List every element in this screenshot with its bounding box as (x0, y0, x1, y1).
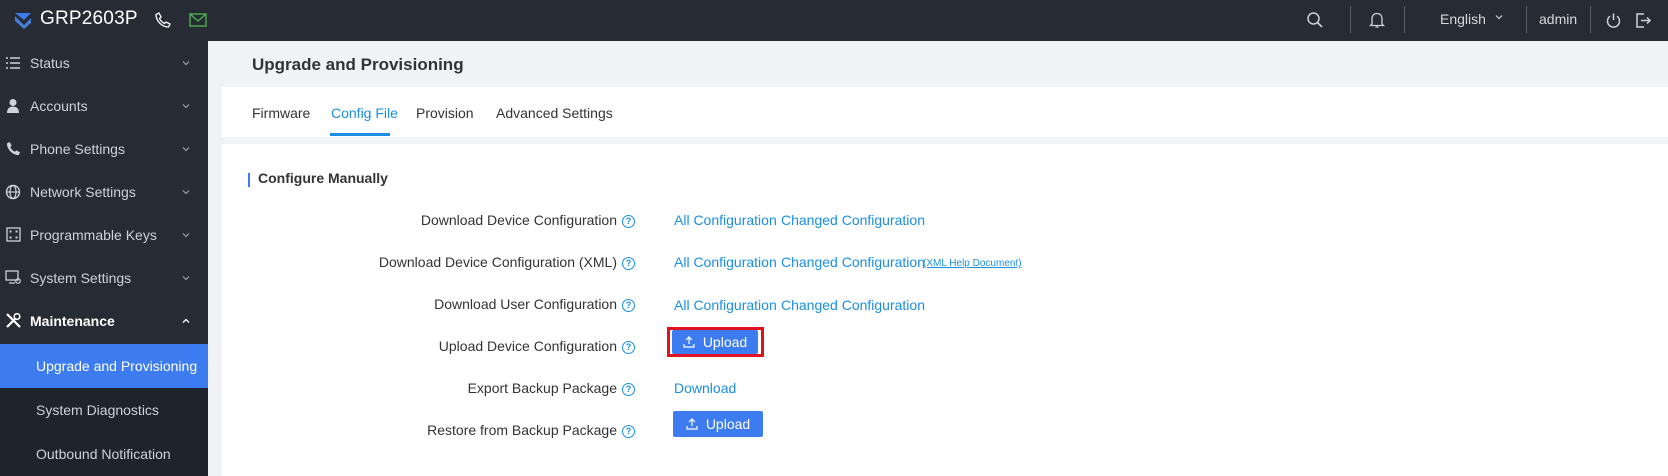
sidebar-subitem-label: Outbound Notification (36, 446, 171, 462)
chevron-down-icon (182, 189, 190, 194)
tools-icon (4, 312, 22, 330)
sidebar-item-status[interactable]: Status (0, 41, 208, 84)
page-title: Upgrade and Provisioning (252, 55, 464, 74)
language-selector[interactable]: English (1440, 11, 1486, 27)
sidebar-subitem-outbound-notification[interactable]: Outbound Notification (0, 432, 208, 476)
row-restore-backup: Restore from Backup Package (222, 422, 617, 442)
bell-icon[interactable] (1366, 9, 1388, 31)
sidebar-item-accounts[interactable]: Accounts (0, 84, 208, 127)
search-icon[interactable] (1304, 9, 1326, 31)
help-icon[interactable]: ? (622, 299, 635, 312)
sidebar-item-network-settings[interactable]: Network Settings (0, 170, 208, 213)
sidebar-subitem-system-diagnostics[interactable]: System Diagnostics (0, 388, 208, 432)
upload-device-config-button[interactable]: Upload (672, 330, 758, 354)
all-configuration-link[interactable]: All Configuration (674, 254, 777, 270)
help-icon[interactable]: ? (622, 425, 635, 438)
tab-provision[interactable]: Provision (416, 105, 474, 121)
chevron-down-icon (182, 60, 190, 65)
sidebar-item-label: Accounts (30, 97, 88, 114)
all-configuration-link[interactable]: All Configuration (674, 297, 777, 313)
sidebar-subitem-label: System Diagnostics (36, 402, 159, 418)
tab-advanced-settings[interactable]: Advanced Settings (496, 105, 613, 121)
title-bar: Upgrade and Provisioning (222, 41, 1668, 87)
sidebar-subitem-label: Upgrade and Provisioning (36, 358, 198, 374)
sidebar-item-label: Programmable Keys (30, 226, 157, 243)
power-icon[interactable] (1602, 9, 1624, 31)
keypad-icon (4, 226, 22, 244)
upload-icon (683, 336, 695, 348)
row-label: Restore from Backup Package (427, 422, 617, 438)
globe-icon (4, 183, 22, 201)
row-download-device-config-xml: Download Device Configuration (XML) (222, 254, 617, 274)
row-export-backup: Export Backup Package (222, 380, 617, 400)
button-label: Upload (705, 416, 751, 432)
row-label: Export Backup Package (467, 380, 617, 396)
button-label: Upload (702, 334, 748, 350)
person-icon (4, 97, 22, 115)
divider (1350, 6, 1351, 33)
sidebar-item-phone-settings[interactable]: Phone Settings (0, 127, 208, 170)
row-upload-device-config: Upload Device Configuration (222, 338, 617, 358)
sidebar-item-label: Phone Settings (30, 140, 125, 157)
sidebar-item-label: Maintenance (30, 312, 115, 329)
help-icon[interactable]: ? (622, 215, 635, 228)
chevron-down-icon[interactable] (1494, 12, 1504, 22)
sidebar-item-system-settings[interactable]: System Settings (0, 256, 208, 299)
row-download-device-config: Download Device Configuration (222, 212, 617, 232)
section-title: Configure Manually (258, 170, 388, 186)
row-download-user-config: Download User Configuration (222, 296, 617, 316)
chevron-down-icon (182, 232, 190, 237)
page-header: Upgrade and Provisioning Firmware Config… (222, 41, 1668, 137)
tab-firmware[interactable]: Firmware (252, 105, 310, 121)
row-label: Download Device Configuration (420, 212, 617, 228)
phone-icon[interactable] (152, 9, 174, 31)
monitor-icon (4, 269, 22, 287)
upload-icon (686, 418, 698, 430)
download-backup-link[interactable]: Download (674, 380, 736, 396)
changed-configuration-link[interactable]: Changed Configuration (781, 297, 925, 313)
chevron-up-icon (182, 318, 190, 323)
sidebar-item-programmable-keys[interactable]: Programmable Keys (0, 213, 208, 256)
sidebar-item-label: Status (30, 54, 70, 71)
tab-config-file[interactable]: Config File (331, 105, 398, 121)
changed-configuration-link[interactable]: Changed Configuration (781, 254, 925, 270)
all-configuration-link[interactable]: All Configuration (674, 212, 777, 228)
divider (1590, 6, 1591, 33)
logout-icon[interactable] (1632, 9, 1654, 31)
chevron-down-icon (182, 103, 190, 108)
row-label: Upload Device Configuration (438, 338, 617, 354)
sidebar-item-label: Network Settings (30, 183, 136, 200)
list-icon (4, 54, 22, 72)
sidebar: Status Accounts Phone Settings Network S… (0, 41, 208, 476)
brand-name: GRP2603P (40, 8, 138, 29)
active-tab-indicator (330, 133, 390, 136)
sidebar-item-maintenance[interactable]: Maintenance (0, 299, 208, 342)
divider (1526, 6, 1527, 33)
restore-upload-button[interactable]: Upload (673, 411, 763, 437)
chevron-down-icon (182, 146, 190, 151)
phone-icon (4, 140, 22, 158)
help-icon[interactable]: ? (622, 341, 635, 354)
top-bar: GRP2603P English admin (0, 0, 1668, 41)
content-area: Upgrade and Provisioning Firmware Config… (208, 41, 1668, 476)
help-icon[interactable]: ? (622, 257, 635, 270)
row-label: Download User Configuration (434, 296, 617, 312)
chevron-down-icon (182, 275, 190, 280)
row-label: Download Device Configuration (XML) (378, 254, 617, 270)
changed-configuration-link[interactable]: Changed Configuration (781, 212, 925, 228)
mail-icon[interactable] (187, 9, 209, 31)
user-name[interactable]: admin (1539, 11, 1577, 27)
xml-help-document-link[interactable]: (XML Help Document) (923, 258, 1022, 269)
section-marker (248, 173, 250, 187)
config-card: Configure Manually Download Device Confi… (222, 144, 1668, 476)
divider (1404, 6, 1405, 33)
grandstream-logo-icon (15, 13, 31, 29)
sidebar-item-label: System Settings (30, 269, 132, 286)
sidebar-subitem-upgrade-and-provisioning[interactable]: Upgrade and Provisioning (0, 344, 208, 388)
help-icon[interactable]: ? (622, 383, 635, 396)
